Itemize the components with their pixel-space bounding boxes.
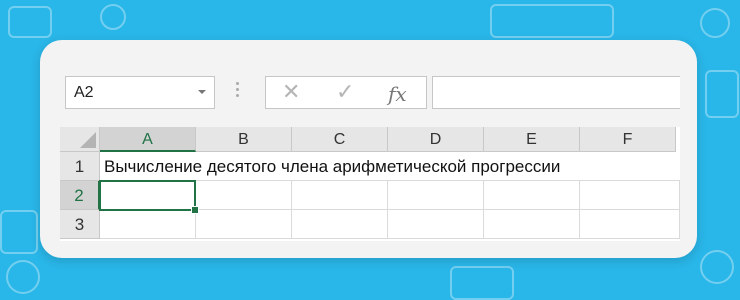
name-box[interactable]: A2	[65, 76, 215, 109]
select-all-button[interactable]	[60, 127, 100, 152]
drag-handle[interactable]	[236, 82, 240, 100]
row-header-2[interactable]: 2	[60, 181, 100, 210]
excel-window: A2 ✕ ✓ fx A B C D E F 1 2 3 Вычисление д…	[60, 60, 680, 241]
insert-function-icon[interactable]: fx	[388, 82, 407, 106]
background-doodle	[490, 4, 614, 38]
cell-f3[interactable]	[580, 210, 680, 239]
row-header-1[interactable]: 1	[60, 152, 100, 181]
cell-b3[interactable]	[196, 210, 292, 239]
column-header-b[interactable]: B	[196, 127, 292, 152]
background-doodle	[8, 6, 52, 38]
fill-handle[interactable]	[191, 206, 199, 214]
background-doodle	[700, 250, 734, 284]
cell-b2[interactable]	[196, 181, 292, 210]
worksheet-grid: A B C D E F 1 2 3 Вычисление десятого чл…	[60, 127, 680, 241]
cell-a1-text: Вычисление десятого члена арифметической…	[104, 157, 561, 176]
cell-c2[interactable]	[292, 181, 388, 210]
formula-input[interactable]	[432, 76, 680, 109]
cell-d3[interactable]	[388, 210, 484, 239]
cell-f2[interactable]	[580, 181, 680, 210]
formula-buttons: ✕ ✓ fx	[265, 76, 427, 109]
row-header-3[interactable]: 3	[60, 210, 100, 239]
column-header-a[interactable]: A	[100, 127, 196, 152]
background-doodle	[705, 70, 739, 118]
background-doodle	[6, 260, 40, 294]
background-doodle	[450, 266, 514, 300]
name-box-value: A2	[74, 84, 94, 101]
cancel-icon[interactable]: ✕	[282, 79, 300, 105]
column-header-f[interactable]: F	[580, 127, 676, 152]
background-doodle	[100, 4, 126, 30]
column-header-c[interactable]: C	[292, 127, 388, 152]
cell-e2[interactable]	[484, 181, 580, 210]
cell-c3[interactable]	[292, 210, 388, 239]
check-icon[interactable]: ✓	[336, 79, 354, 105]
cell-e3[interactable]	[484, 210, 580, 239]
chevron-down-icon[interactable]	[198, 90, 206, 94]
cell-d2[interactable]	[388, 181, 484, 210]
background-doodle	[0, 210, 38, 254]
active-cell-border	[99, 180, 196, 211]
column-header-d[interactable]: D	[388, 127, 484, 152]
column-header-e[interactable]: E	[484, 127, 580, 152]
cell-f1[interactable]	[580, 152, 680, 181]
background-doodle	[700, 8, 730, 38]
cell-a3[interactable]	[100, 210, 196, 239]
